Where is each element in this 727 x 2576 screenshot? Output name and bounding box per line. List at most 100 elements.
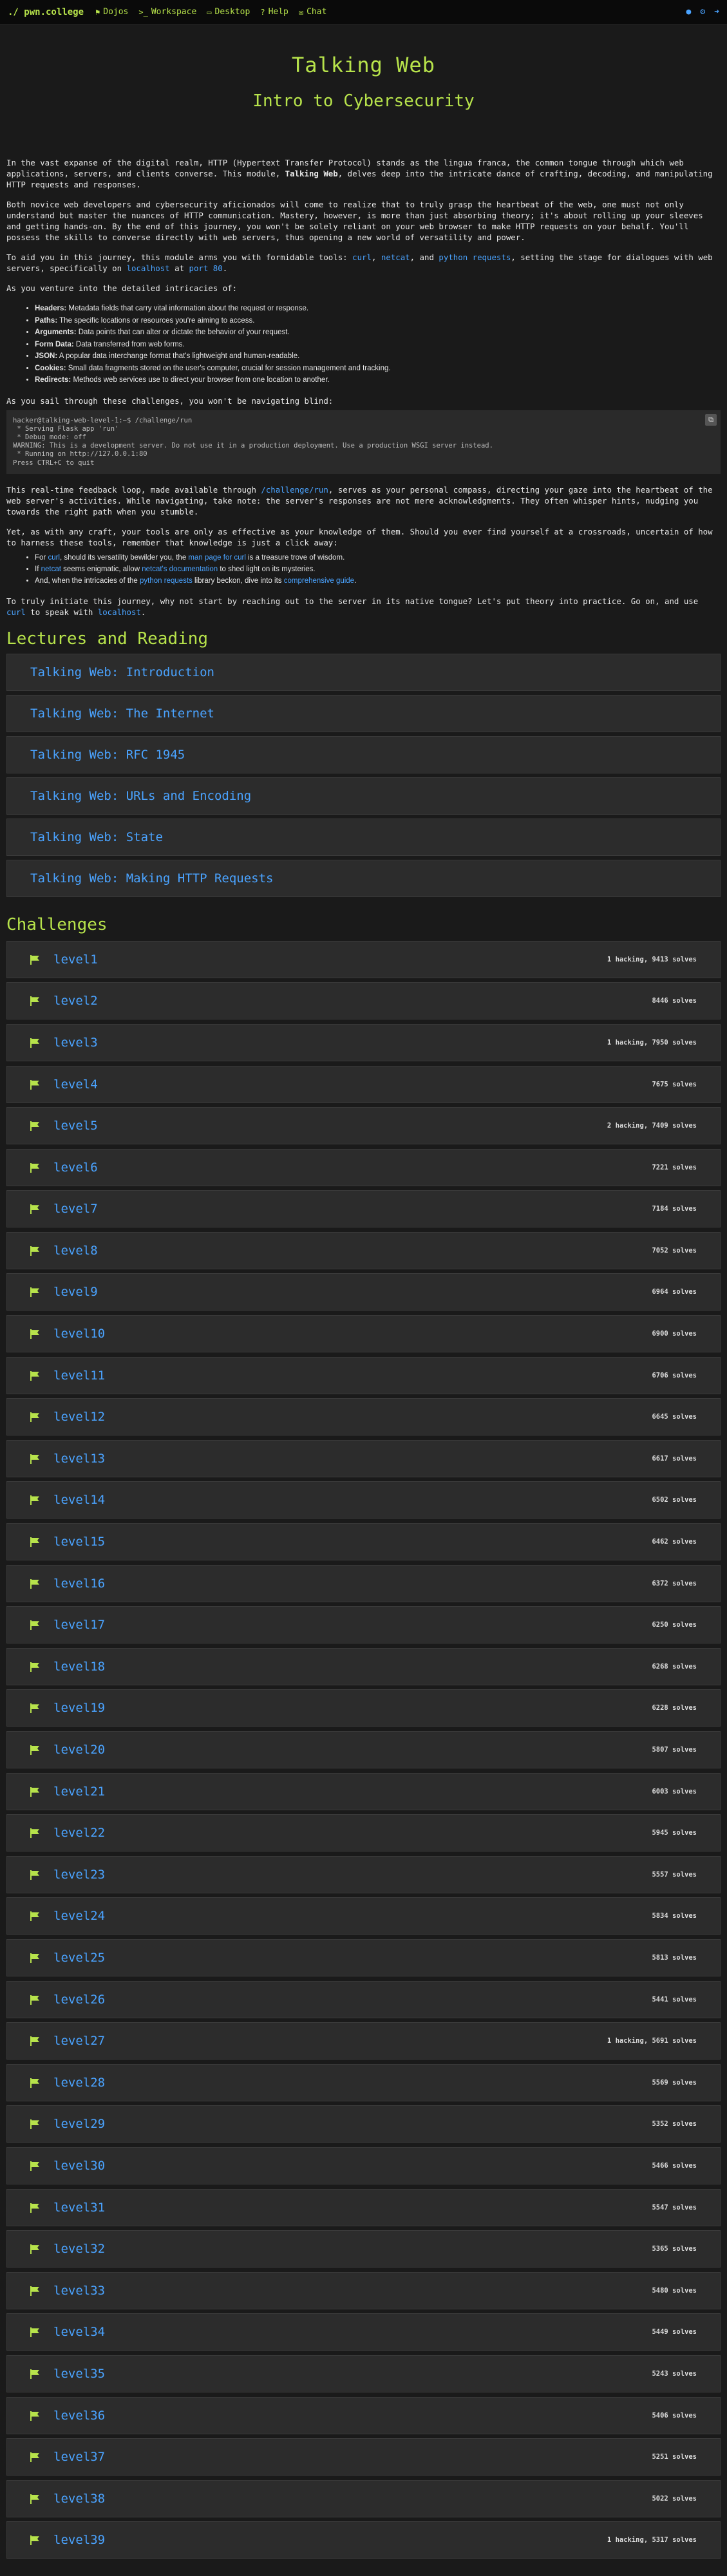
challenge-name: level29: [53, 2117, 106, 2132]
challenge-name: level28: [53, 2075, 106, 2090]
challenge-item[interactable]: level18 6268 solves: [6, 1647, 721, 1685]
nav-dojos[interactable]: ⚑ Dojos: [95, 7, 128, 17]
flag-icon: ⚑: [95, 7, 100, 17]
challenge-name: level38: [53, 2491, 106, 2506]
flag-icon: [30, 954, 39, 965]
nav-help[interactable]: ? Help: [260, 7, 288, 17]
desktop-icon: ▭: [207, 7, 212, 17]
challenge-item[interactable]: level39 1 hacking, 5317 solves: [6, 2521, 721, 2559]
copy-icon[interactable]: ⧉: [705, 413, 717, 426]
challenge-item[interactable]: level7 7184 solves: [6, 1190, 721, 1228]
user-circle-icon[interactable]: ●: [686, 7, 692, 17]
challenge-solves: 1 hacking, 7950 solves: [607, 1038, 697, 1046]
lecture-item[interactable]: Talking Web: URLs and Encoding: [6, 777, 721, 815]
challenge-item[interactable]: level32 5365 solves: [6, 2230, 721, 2268]
lecture-item[interactable]: Talking Web: RFC 1945: [6, 735, 721, 773]
challenge-item[interactable]: level2 8446 solves: [6, 982, 721, 1020]
challenge-solves: 5406 solves: [652, 2411, 697, 2420]
initiate-text2: to speak with: [25, 607, 98, 617]
challenge-item[interactable]: level16 6372 solves: [6, 1564, 721, 1602]
challenge-solves: 5480 solves: [652, 2286, 697, 2295]
challenge-item[interactable]: level29 5352 solves: [6, 2105, 721, 2143]
flag-icon: [30, 1828, 39, 1839]
challenge-item[interactable]: level35 5243 solves: [6, 2354, 721, 2392]
brand-logo-link[interactable]: ./ pwn.college: [8, 7, 84, 17]
challenge-item[interactable]: level28 5569 solves: [6, 2063, 721, 2101]
nav-help-label: Help: [268, 7, 288, 17]
challenge-item[interactable]: level34 5449 solves: [6, 2313, 721, 2351]
challenge-item[interactable]: level14 6502 solves: [6, 1481, 721, 1519]
lecture-item[interactable]: Talking Web: Introduction: [6, 653, 721, 691]
curl-man-page-link[interactable]: man page for curl: [188, 554, 246, 562]
challenge-item[interactable]: level30 5466 solves: [6, 2146, 721, 2184]
challenge-item[interactable]: level19 6228 solves: [6, 1689, 721, 1727]
challenge-item[interactable]: level20 5807 solves: [6, 1731, 721, 1768]
challenge-name: level35: [53, 2366, 106, 2381]
requests-guide-link[interactable]: comprehensive guide: [284, 577, 354, 585]
curl-code: curl: [6, 607, 26, 617]
challenge-item[interactable]: level36 5406 solves: [6, 2396, 721, 2434]
challenge-item[interactable]: level25 5813 solves: [6, 1938, 721, 1976]
challenge-item[interactable]: level24 5834 solves: [6, 1897, 721, 1935]
tools-sep2: , and: [410, 252, 439, 262]
challenge-item[interactable]: level1 1 hacking, 9413 solves: [6, 940, 721, 978]
challenge-item[interactable]: level26 5441 solves: [6, 1980, 721, 2018]
challenge-item[interactable]: level15 6462 solves: [6, 1523, 721, 1561]
nav-desktop[interactable]: ▭ Desktop: [207, 7, 250, 17]
challenge-item[interactable]: level21 6003 solves: [6, 1772, 721, 1810]
challenge-run-code: /challenge/run: [261, 484, 328, 495]
term-def: Small data fragments stored on the user'…: [66, 364, 391, 372]
challenge-name: level6: [53, 1160, 98, 1175]
flag-icon: [30, 1079, 39, 1090]
challenge-name: level21: [53, 1784, 106, 1799]
flag-icon: [30, 1370, 39, 1381]
term-headers: Headers:: [35, 305, 67, 312]
term-json: JSON:: [35, 352, 58, 360]
challenge-item[interactable]: level31 5547 solves: [6, 2188, 721, 2226]
tools-paragraph: To aid you in this journey, this module …: [6, 252, 721, 274]
challenge-item[interactable]: level12 6645 solves: [6, 1398, 721, 1436]
challenge-item[interactable]: level8 7052 solves: [6, 1231, 721, 1269]
challenge-item[interactable]: level27 1 hacking, 5691 solves: [6, 2022, 721, 2060]
challenge-item[interactable]: level38 5022 solves: [6, 2479, 721, 2517]
challenge-item[interactable]: level10 6900 solves: [6, 1315, 721, 1353]
challenge-item[interactable]: level3 1 hacking, 7950 solves: [6, 1023, 721, 1061]
challenge-item[interactable]: level33 5480 solves: [6, 2271, 721, 2309]
intro-paragraph: In the vast expanse of the digital realm…: [6, 157, 721, 190]
python-requests-link[interactable]: python requests: [439, 252, 511, 262]
netcat-docs-link[interactable]: netcat's documentation: [142, 565, 218, 573]
logout-icon[interactable]: ➜: [714, 7, 719, 17]
challenge-solves: 5834 solves: [652, 1912, 697, 1920]
challenge-item[interactable]: level9 6964 solves: [6, 1273, 721, 1311]
lecture-item[interactable]: Talking Web: State: [6, 818, 721, 856]
challenge-item[interactable]: level22 5945 solves: [6, 1814, 721, 1852]
challenge-solves: 5557 solves: [652, 1870, 697, 1879]
challenge-solves: 1 hacking, 5691 solves: [607, 2037, 697, 2045]
tip-text: , should its versatility bewilder you, t…: [59, 553, 189, 562]
challenge-item[interactable]: level13 6617 solves: [6, 1439, 721, 1477]
flag-icon: [30, 1454, 39, 1464]
challenge-item[interactable]: level37 5251 solves: [6, 2438, 721, 2476]
challenge-name: level1: [53, 952, 98, 967]
lecture-item[interactable]: Talking Web: Making HTTP Requests: [6, 859, 721, 897]
settings-icon[interactable]: ⚙: [700, 7, 705, 17]
challenge-item[interactable]: level11 6706 solves: [6, 1356, 721, 1394]
nav-chat-label: Chat: [307, 7, 327, 17]
tip-text: .: [354, 576, 357, 585]
challenge-item[interactable]: level17 6250 solves: [6, 1606, 721, 1644]
chat-icon: ✉: [298, 7, 304, 17]
challenge-item[interactable]: level4 7675 solves: [6, 1065, 721, 1103]
nav-workspace[interactable]: >_ Workspace: [138, 7, 196, 17]
lecture-title: Talking Web: The Internet: [30, 706, 214, 721]
lecture-item[interactable]: Talking Web: The Internet: [6, 694, 721, 732]
challenge-name: level17: [53, 1618, 106, 1633]
python-requests-link[interactable]: python requests: [140, 577, 193, 585]
nav-chat[interactable]: ✉ Chat: [299, 7, 327, 17]
challenge-item[interactable]: level23 5557 solves: [6, 1855, 721, 1893]
challenge-item[interactable]: level5 2 hacking, 7409 solves: [6, 1107, 721, 1145]
challenge-name: level16: [53, 1576, 106, 1591]
challenge-item[interactable]: level6 7221 solves: [6, 1148, 721, 1186]
challenge-name: level23: [53, 1867, 106, 1882]
question-icon: ?: [260, 7, 265, 17]
challenge-solves: 5352 solves: [652, 2120, 697, 2128]
